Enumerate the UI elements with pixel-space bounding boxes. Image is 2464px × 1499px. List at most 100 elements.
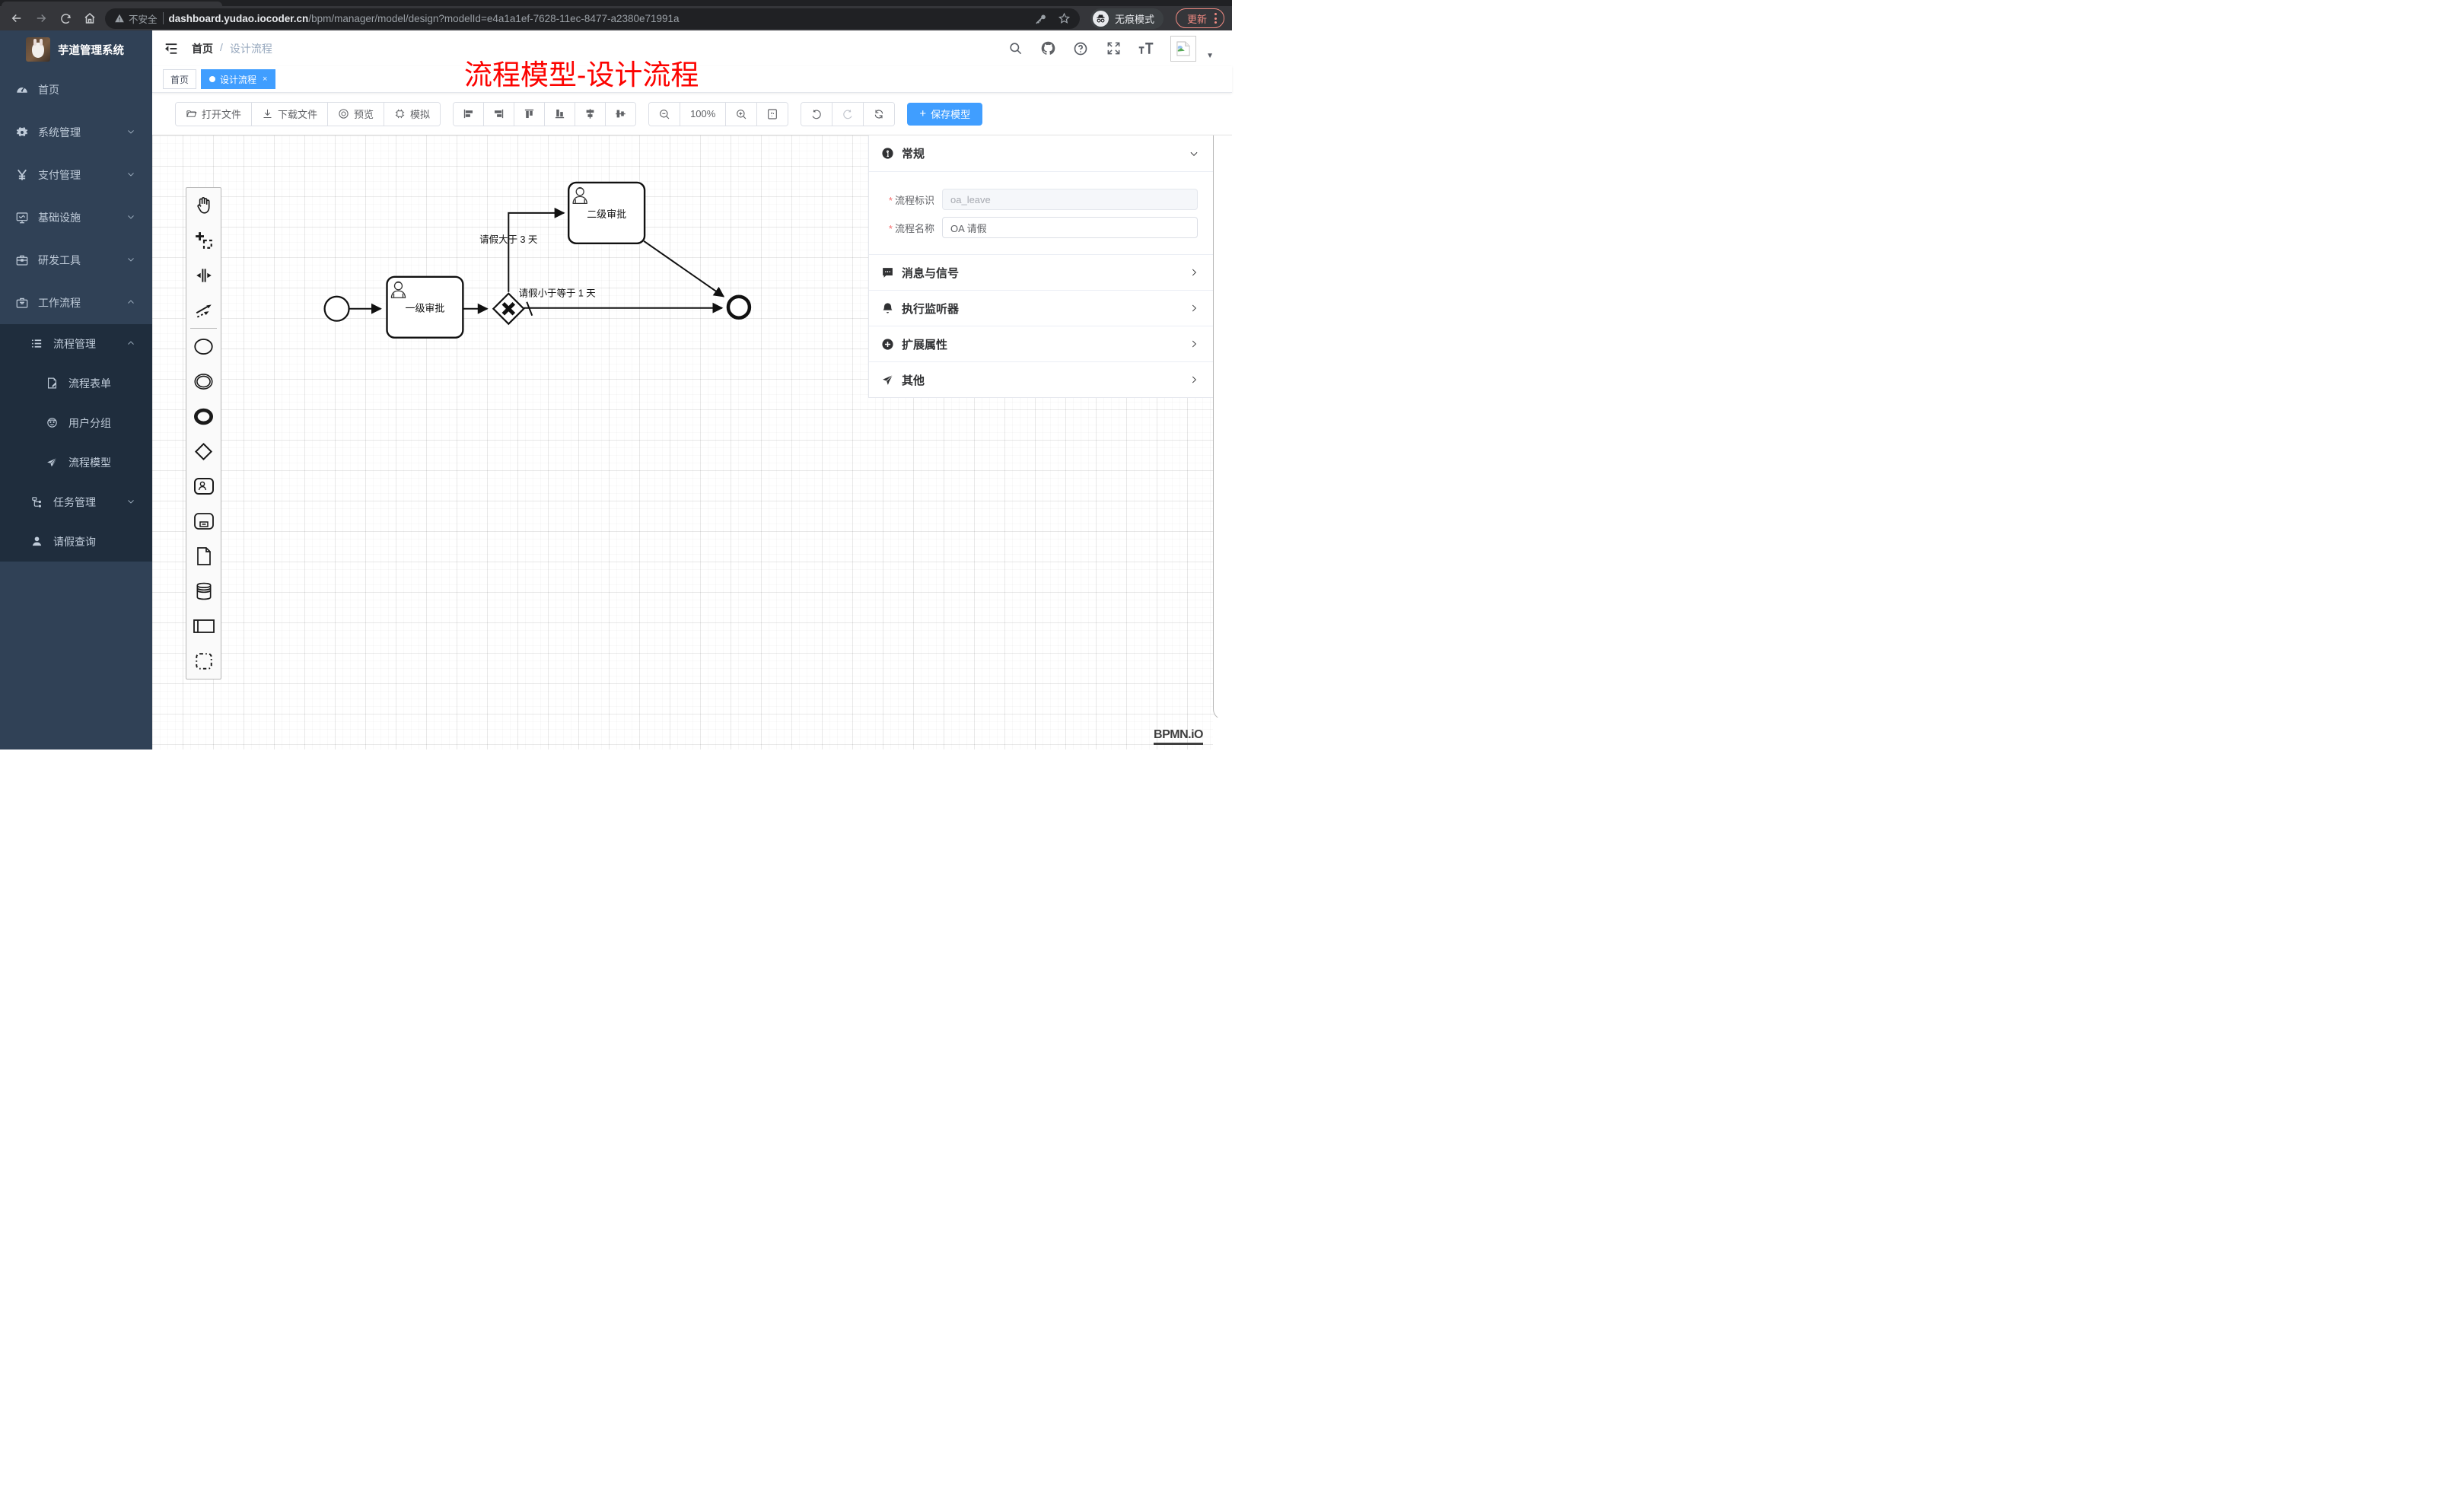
section-general[interactable]: 常规 (869, 135, 1213, 171)
svg-text:一级审批: 一级审批 (405, 303, 444, 314)
sidebar-item-system[interactable]: 系统管理 (0, 111, 152, 154)
end-event[interactable] (728, 297, 750, 318)
section-other[interactable]: 其他 (869, 361, 1213, 397)
flow-gateway-to-task2[interactable] (508, 213, 564, 292)
address-bar[interactable]: 不安全 dashboard.yudao.iocoder.cn/bpm/manag… (105, 8, 1080, 29)
sidebar-item-user-group[interactable]: 用户分组 (0, 403, 152, 443)
close-icon[interactable]: × (263, 75, 267, 84)
flow-task2-to-end[interactable] (644, 241, 724, 297)
properties-panel: 常规 *流程标识 *流程名称 消息与信号 执行监听器 (868, 135, 1213, 398)
forward-button[interactable] (32, 9, 50, 27)
briefcase-icon (15, 253, 29, 267)
incognito-icon (1093, 11, 1109, 27)
edge-label-le1[interactable]: 请假小于等于 1 天 (519, 288, 597, 299)
fit-viewport-button[interactable] (756, 103, 788, 126)
chevron-down-icon (126, 126, 135, 138)
bookmark-star-icon[interactable] (1058, 12, 1071, 25)
tag-home[interactable]: 首页 (163, 69, 196, 89)
download-file-button[interactable]: 下载文件 (251, 103, 327, 126)
search-icon[interactable] (1007, 40, 1023, 57)
align-left-button[interactable] (454, 103, 483, 126)
zoom-out-icon (658, 108, 670, 120)
broken-image-icon (1176, 41, 1190, 56)
start-event[interactable] (325, 297, 349, 321)
chevron-down-icon (126, 496, 135, 508)
update-button[interactable]: 更新 (1176, 8, 1224, 28)
redo-button[interactable] (832, 103, 863, 126)
sidebar-item-task-mgmt[interactable]: 任务管理 (0, 482, 152, 522)
fullscreen-icon[interactable] (1105, 40, 1122, 57)
flow-tree-icon (30, 495, 44, 509)
home-button[interactable] (81, 9, 99, 27)
breadcrumb-home[interactable]: 首页 (192, 41, 213, 56)
bell-icon (881, 302, 894, 315)
chevron-down-icon (1189, 148, 1199, 159)
process-name-input[interactable] (942, 217, 1198, 238)
back-button[interactable] (8, 9, 26, 27)
sidebar-item-process-form[interactable]: 流程表单 (0, 364, 152, 403)
url-text: dashboard.yudao.iocoder.cn/bpm/manager/m… (169, 13, 1029, 24)
section-extended-attributes[interactable]: 扩展属性 (869, 326, 1213, 361)
user-task-level2[interactable]: 二级审批 (568, 183, 645, 243)
sidebar-item-workflow[interactable]: 工作流程 (0, 282, 152, 324)
avatar-caret-icon[interactable]: ▼ (1206, 52, 1214, 62)
sidebar-item-devtools[interactable]: 研发工具 (0, 239, 152, 282)
restart-button[interactable] (863, 103, 894, 126)
sidebar-item-home[interactable]: 首页 (0, 68, 152, 111)
font-size-icon[interactable] (1138, 40, 1154, 57)
preview-button[interactable]: 预览 (327, 103, 384, 126)
chevron-up-icon (126, 297, 135, 309)
tag-design-process[interactable]: 设计流程 × (201, 69, 275, 89)
process-key-row: *流程标识 (869, 189, 1213, 210)
github-icon[interactable] (1039, 40, 1056, 57)
sidebar: 芋道管理系统 首页 系统管理 支付管理 基础设施 研发工具 工作流程 流程管理 (0, 30, 152, 750)
help-icon[interactable] (1072, 40, 1089, 57)
security-chip[interactable]: 不安全 (114, 11, 158, 26)
active-dot (209, 76, 215, 82)
edge-label-gt3[interactable]: 请假大于 3 天 (479, 234, 538, 245)
chevron-up-icon (126, 338, 135, 350)
sidebar-item-leave-query[interactable]: 请假查询 (0, 522, 152, 562)
reload-button[interactable] (56, 9, 75, 27)
align-center-vertical-button[interactable] (575, 103, 605, 126)
sidebar-item-process-model[interactable]: 流程模型 (0, 443, 152, 482)
undo-button[interactable] (801, 103, 832, 126)
sidebar-item-payment[interactable]: 支付管理 (0, 154, 152, 196)
zoom-out-button[interactable] (649, 103, 680, 126)
chevron-right-icon (1189, 339, 1199, 349)
align-right-button[interactable] (483, 103, 514, 126)
section-messages-signals[interactable]: 消息与信号 (869, 254, 1213, 290)
process-key-input[interactable] (942, 189, 1198, 210)
user-task-level1[interactable]: 一级审批 (387, 277, 463, 338)
paper-plane-icon (46, 456, 59, 469)
save-model-button[interactable]: + 保存模型 (907, 103, 982, 126)
zoom-level[interactable]: 100% (680, 103, 725, 126)
hamburger-icon[interactable] (163, 40, 180, 57)
sidebar-item-process-mgmt[interactable]: 流程管理 (0, 324, 152, 364)
align-top-button[interactable] (514, 103, 544, 126)
sidebar-item-infra[interactable]: 基础设施 (0, 196, 152, 239)
refresh-icon (873, 108, 885, 120)
passwords-key-icon[interactable] (1034, 12, 1047, 25)
breadcrumb: 首页 / 设计流程 (192, 41, 272, 56)
designer-toolbar: 打开文件 下载文件 预览 模拟 100% (152, 93, 1232, 135)
section-execution-listeners[interactable]: 执行监听器 (869, 290, 1213, 326)
zoom-in-icon (735, 108, 747, 120)
send-icon (881, 374, 894, 387)
avatar[interactable] (1170, 36, 1196, 62)
align-center-horizontal-button[interactable] (605, 103, 635, 126)
list-icon (30, 337, 44, 351)
breadcrumb-current: 设计流程 (230, 41, 272, 56)
yen-icon (15, 168, 29, 182)
briefcase-icon (15, 296, 29, 310)
workflow-submenu: 流程管理 流程表单 用户分组 流程模型 任务管理 请假查询 (0, 324, 152, 562)
simulate-button[interactable]: 模拟 (384, 103, 440, 126)
chrome-menu-icon[interactable] (1214, 13, 1217, 24)
bpmn-io-watermark[interactable]: BPMN.iO (1154, 728, 1203, 745)
bpmn-canvas[interactable]: 一级审批 二级审批 请假大于 3 天 (152, 135, 1232, 750)
zoom-in-button[interactable] (725, 103, 756, 126)
align-bottom-button[interactable] (544, 103, 575, 126)
form-edit-icon (46, 377, 59, 390)
open-file-button[interactable]: 打开文件 (176, 103, 251, 126)
app-logo-area[interactable]: 芋道管理系统 (0, 30, 152, 68)
